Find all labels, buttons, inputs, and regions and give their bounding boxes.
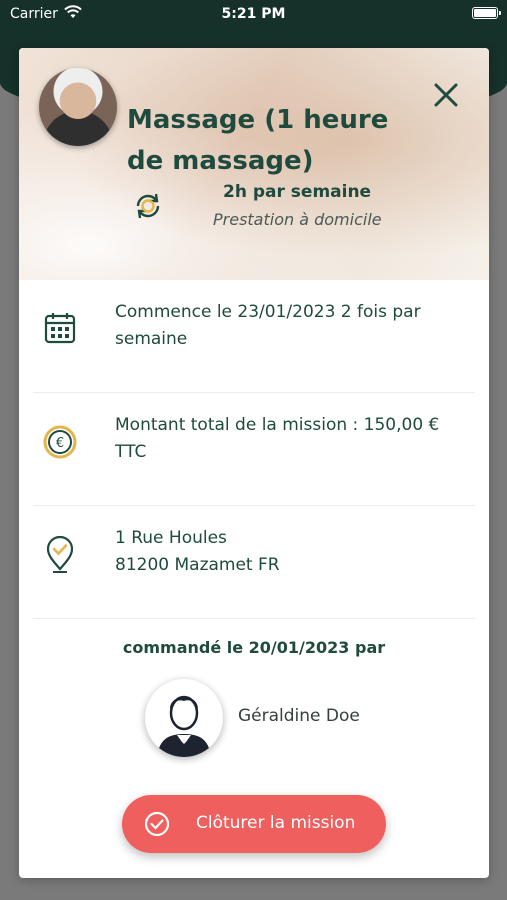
mission-title: Massage (1 heure de massage) xyxy=(127,105,389,176)
address-line2: 81200 Mazamet FR xyxy=(115,555,280,575)
ordered-by-label: commandé le 20/01/2023 par xyxy=(122,638,386,657)
close-mission-label: Clôturer la mission xyxy=(196,813,356,833)
amount-text: Montant total de la mission : 150,00 € T… xyxy=(115,415,440,462)
orderer-avatar xyxy=(145,679,223,757)
recurrence-icon xyxy=(132,190,164,222)
calendar-icon xyxy=(44,313,76,344)
user-avatar-icon xyxy=(157,695,211,757)
battery-icon xyxy=(472,7,501,19)
close-mission-button[interactable]: Clôturer la mission xyxy=(122,795,386,853)
close-icon xyxy=(434,83,458,107)
svg-text:€: € xyxy=(56,436,64,451)
mission-modal: Massage (1 heure de massage) 2h par sema… xyxy=(19,48,489,878)
start-date-row: Commence le 23/01/2023 2 fois par semain… xyxy=(33,280,475,393)
amount-row: € Montant total de la mission : 150,00 €… xyxy=(33,393,475,506)
service-location-type: Prestation à domicile xyxy=(213,210,382,229)
close-button[interactable] xyxy=(429,78,463,112)
address-row: 1 Rue Houles 81200 Mazamet FR xyxy=(33,506,475,619)
status-time: 5:21 PM xyxy=(221,6,286,22)
status-bar: Carrier 5:21 PM xyxy=(0,0,507,30)
client-avatar xyxy=(39,68,117,146)
location-pin-icon xyxy=(46,536,74,573)
euro-icon: € xyxy=(43,425,77,459)
address-text: 1 Rue Houles 81200 Mazamet FR xyxy=(115,525,475,579)
start-date-text: Commence le 23/01/2023 2 fois par semain… xyxy=(115,302,421,349)
check-circle-icon xyxy=(144,811,170,837)
address-line1: 1 Rue Houles xyxy=(115,528,227,548)
mission-hero: Massage (1 heure de massage) 2h par sema… xyxy=(19,48,489,280)
orderer-name: Géraldine Doe xyxy=(238,706,360,726)
frequency-hours: 2h par semaine xyxy=(223,182,372,202)
